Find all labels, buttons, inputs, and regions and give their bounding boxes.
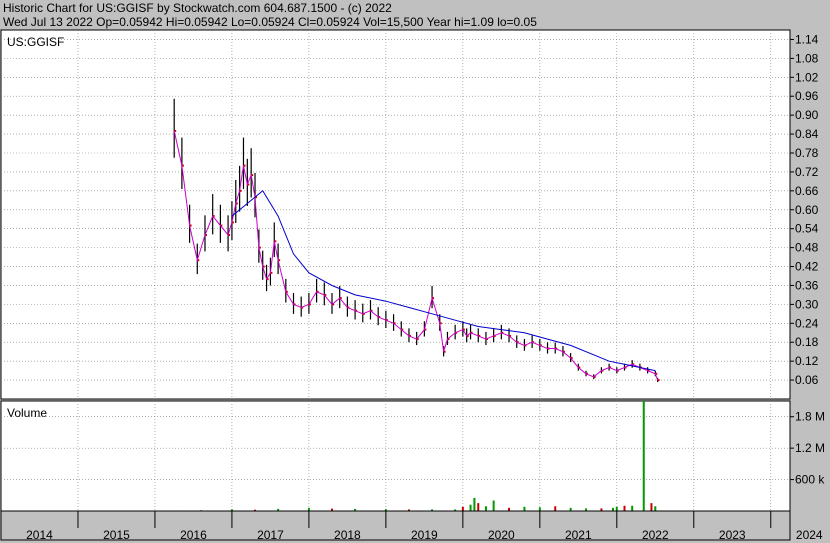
price-tick-label: 0.96 [795,89,819,103]
year-label: 2017 [257,528,284,542]
price-tick-label: 1.08 [795,51,819,65]
volume-bar [538,507,541,511]
price-tick-label: 0.12 [795,354,819,368]
volume-tick-label: 1.2 M [795,441,825,455]
volume-bar [492,500,495,511]
price-tick-label: 0.66 [795,184,819,198]
price-tick-label: 0.18 [795,335,819,349]
price-chart: US:GGISF Volume 1.14 1.08 1.02 0.96 0.90 0.84… [0,29,825,542]
volume-bar [469,504,472,511]
price-tick-label: 0.30 [795,297,819,311]
year-label: 2018 [334,528,361,542]
year-label: 2016 [180,528,207,542]
price-tick-label: 0.06 [795,373,819,387]
volume-axis: 1.8 M 1.2 M 600 k [790,410,825,487]
price-tick-label: 0.60 [795,203,819,217]
volume-bar [477,503,480,511]
volume-bar [461,506,464,511]
volume-bar [484,506,487,511]
year-label: 2019 [411,528,438,542]
price-tick-label: 0.48 [795,241,819,255]
price-tick-label: 0.72 [795,165,819,179]
year-label: 2023 [719,528,746,542]
close-mark [657,379,660,382]
volume-bar [623,505,626,511]
volume-tick-label: 1.8 M [795,410,825,424]
symbol-label: US:GGISF [7,35,64,49]
price-tick-label: 1.02 [795,70,819,84]
volume-tick-label: 600 k [795,473,825,487]
price-panel [0,29,791,400]
volume-bar [615,506,618,511]
price-tick-label: 0.54 [795,222,819,236]
time-axis: 2014 2015 2016 2017 2018 2019 2020 2021 2022 2023… [0,510,823,542]
price-tick-label: 0.90 [795,108,819,122]
price-tick-label: 0.78 [795,146,819,160]
price-tick-label: 0.84 [795,127,819,141]
price-tick-label: 0.36 [795,278,819,292]
year-label: 2020 [488,528,515,542]
volume-bar [554,506,557,511]
year-label: 2021 [565,528,592,542]
volume-bar [654,506,657,511]
year-label: 2022 [642,528,669,542]
volume-panel [0,400,791,512]
price-tick-label: 1.14 [795,32,819,46]
price-axis: 1.14 1.08 1.02 0.96 0.90 0.84 0.78 0.72 0.66 0.60… [790,32,819,387]
volume-bar [631,505,634,511]
year-label: 2015 [103,528,130,542]
year-label: 2024 [796,528,823,542]
price-tick-label: 0.42 [795,260,819,274]
volume-bar [642,401,645,511]
year-label: 2014 [26,528,53,542]
volume-bar [523,506,526,511]
price-tick-label: 0.24 [795,316,819,330]
volume-bar [473,497,476,511]
volume-bar [650,503,653,511]
volume-label: Volume [7,406,47,420]
